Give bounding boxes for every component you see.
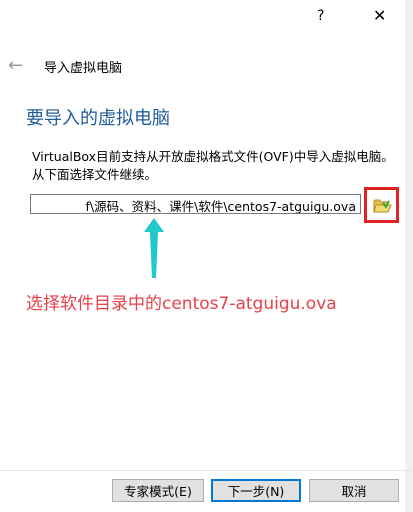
- expert-mode-button[interactable]: 专家模式(E): [112, 479, 204, 502]
- folder-open-icon: [373, 199, 392, 213]
- cancel-button[interactable]: 取消: [309, 479, 399, 502]
- section-title: 要导入的虚拟电脑: [26, 108, 170, 129]
- file-path-input[interactable]: f\源码、资料、课件\软件\centos7-atguigu.ova: [30, 194, 361, 214]
- next-button[interactable]: 下一步(N): [211, 479, 301, 502]
- description-text: VirtualBox目前支持从开放虚拟格式文件(OVF)中导入虚拟电脑。从下面选…: [32, 149, 394, 182]
- wizard-title: 导入虚拟电脑: [44, 61, 123, 76]
- annotation-arrow: [144, 218, 164, 278]
- back-arrow-icon[interactable]: ←: [8, 55, 23, 76]
- file-path-value: f\源码、资料、课件\软件\centos7-atguigu.ova: [85, 199, 356, 214]
- help-button[interactable]: ?: [317, 8, 324, 24]
- annotation-text: 选择软件目录中的centos7-atguigu.ova: [26, 294, 337, 314]
- footer-separator: [0, 470, 413, 471]
- window-edge: [405, 0, 413, 512]
- browse-file-button[interactable]: [364, 187, 399, 223]
- close-button[interactable]: ✕: [373, 6, 386, 25]
